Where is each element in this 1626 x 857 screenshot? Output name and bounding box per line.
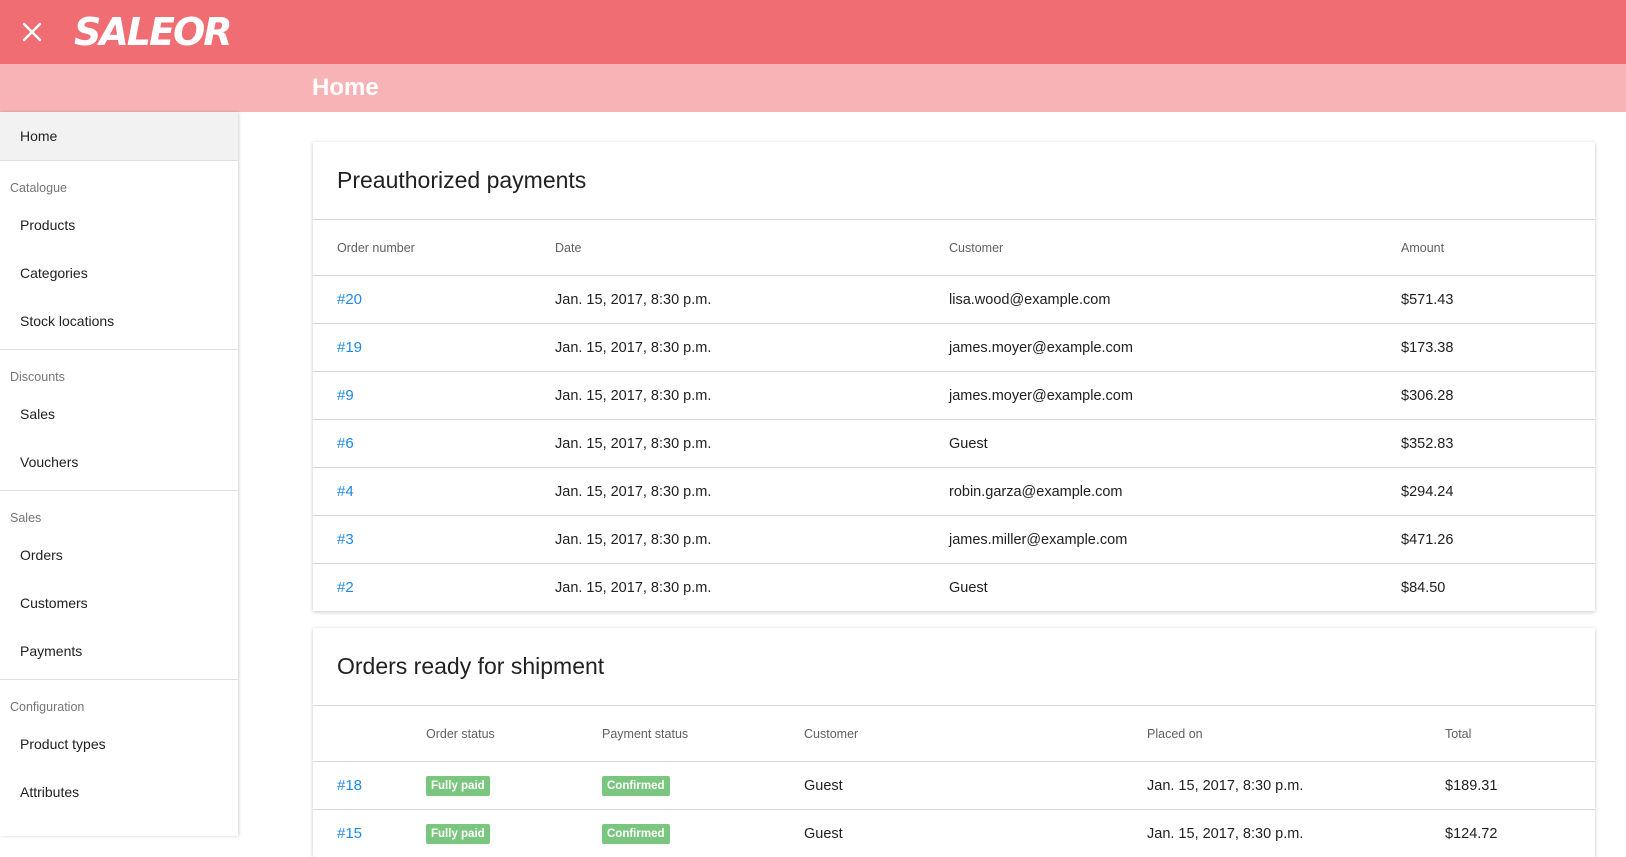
order-placed-on: Jan. 15, 2017, 8:30 p.m. xyxy=(1147,762,1445,810)
column-header-amount[interactable]: Amount xyxy=(1401,220,1595,276)
table-row[interactable]: #3 Jan. 15, 2017, 8:30 p.m. james.miller… xyxy=(313,516,1595,564)
order-customer: james.moyer@example.com xyxy=(949,324,1401,372)
order-amount: $471.26 xyxy=(1401,516,1595,564)
order-link[interactable]: #9 xyxy=(337,387,354,404)
order-status-badge: Fully paid xyxy=(426,776,490,796)
table-row[interactable]: #19 Jan. 15, 2017, 8:30 p.m. james.moyer… xyxy=(313,324,1595,372)
order-amount: $294.24 xyxy=(1401,468,1595,516)
sidebar-item-sales[interactable]: Sales xyxy=(0,390,238,438)
sidebar-item-orders[interactable]: Orders xyxy=(0,531,238,579)
close-icon xyxy=(22,22,42,42)
sidebar-item-stock-locations[interactable]: Stock locations xyxy=(0,297,238,345)
order-placed-on: Jan. 15, 2017, 8:30 p.m. xyxy=(1147,810,1445,857)
sidebar-item-payments[interactable]: Payments xyxy=(0,627,238,675)
saleor-logo[interactable]: SALEOR xyxy=(74,8,231,56)
sidebar-heading: Catalogue xyxy=(0,161,238,201)
order-date: Jan. 15, 2017, 8:30 p.m. xyxy=(555,516,949,564)
order-date: Jan. 15, 2017, 8:30 p.m. xyxy=(555,420,949,468)
sidebar-heading: Discounts xyxy=(0,350,238,390)
sidebar-item-customers[interactable]: Customers xyxy=(0,579,238,627)
table-row[interactable]: #2 Jan. 15, 2017, 8:30 p.m. Guest $84.50 xyxy=(313,564,1595,612)
order-link[interactable]: #6 xyxy=(337,435,354,452)
order-amount: $352.83 xyxy=(1401,420,1595,468)
card-title: Preauthorized payments xyxy=(313,142,1595,220)
sidebar-item-products[interactable]: Products xyxy=(0,201,238,249)
order-customer: robin.garza@example.com xyxy=(949,468,1401,516)
sidebar-heading: Configuration xyxy=(0,680,238,720)
order-link[interactable]: #4 xyxy=(337,483,354,500)
preauthorized-payments-card: Preauthorized payments Order number Date… xyxy=(313,142,1595,611)
column-header-payment-status[interactable]: Payment status xyxy=(602,706,804,762)
order-link[interactable]: #18 xyxy=(337,777,362,794)
sidebar-item-vouchers[interactable]: Vouchers xyxy=(0,438,238,486)
top-app-bar: SALEOR xyxy=(0,0,1626,64)
order-customer: Guest xyxy=(804,810,1147,857)
sidebar-section-discounts: Discounts Sales Vouchers xyxy=(0,350,238,491)
table-row[interactable]: #6 Jan. 15, 2017, 8:30 p.m. Guest $352.8… xyxy=(313,420,1595,468)
sidebar-section-configuration: Configuration Product types Attributes xyxy=(0,680,238,820)
order-customer: james.miller@example.com xyxy=(949,516,1401,564)
table-row[interactable]: #18 Fully paid Confirmed Guest Jan. 15, … xyxy=(313,762,1595,810)
card-title: Orders ready for shipment xyxy=(313,628,1595,706)
order-link[interactable]: #2 xyxy=(337,579,354,596)
order-customer: Guest xyxy=(949,564,1401,612)
order-date: Jan. 15, 2017, 8:30 p.m. xyxy=(555,468,949,516)
sidebar-item-product-types[interactable]: Product types xyxy=(0,720,238,768)
order-total: $189.31 xyxy=(1445,762,1595,810)
column-header-order-status[interactable]: Order status xyxy=(426,706,602,762)
sidebar-section-catalogue: Catalogue Products Categories Stock loca… xyxy=(0,161,238,350)
order-status-badge: Fully paid xyxy=(426,824,490,844)
column-header-total[interactable]: Total xyxy=(1445,706,1595,762)
payment-status-badge: Confirmed xyxy=(602,776,670,796)
sidebar: Home Catalogue Products Categories Stock… xyxy=(0,112,238,836)
column-header-order-number[interactable]: Order number xyxy=(313,220,555,276)
column-header-order-number xyxy=(313,706,426,762)
order-amount: $173.38 xyxy=(1401,324,1595,372)
order-date: Jan. 15, 2017, 8:30 p.m. xyxy=(555,276,949,324)
sidebar-item-home[interactable]: Home xyxy=(0,112,238,161)
order-customer: james.moyer@example.com xyxy=(949,372,1401,420)
sidebar-section-sales: Sales Orders Customers Payments xyxy=(0,491,238,680)
order-link[interactable]: #20 xyxy=(337,291,362,308)
sidebar-item-categories[interactable]: Categories xyxy=(0,249,238,297)
page-header-bar: Home xyxy=(0,64,1626,112)
table-row[interactable]: #9 Jan. 15, 2017, 8:30 p.m. james.moyer@… xyxy=(313,372,1595,420)
page-title: Home xyxy=(312,64,379,112)
order-link[interactable]: #15 xyxy=(337,825,362,842)
table-header-row: Order status Payment status Customer Pla… xyxy=(313,706,1595,762)
order-amount: $306.28 xyxy=(1401,372,1595,420)
table-header-row: Order number Date Customer Amount xyxy=(313,220,1595,276)
table-row[interactable]: #20 Jan. 15, 2017, 8:30 p.m. lisa.wood@e… xyxy=(313,276,1595,324)
column-header-customer[interactable]: Customer xyxy=(804,706,1147,762)
table-row[interactable]: #15 Fully paid Confirmed Guest Jan. 15, … xyxy=(313,810,1595,857)
preauthorized-payments-table: Order number Date Customer Amount #20 Ja… xyxy=(313,220,1595,611)
sidebar-heading: Sales xyxy=(0,491,238,531)
column-header-placed-on[interactable]: Placed on xyxy=(1147,706,1445,762)
order-link[interactable]: #3 xyxy=(337,531,354,548)
order-date: Jan. 15, 2017, 8:30 p.m. xyxy=(555,564,949,612)
payment-status-badge: Confirmed xyxy=(602,824,670,844)
order-customer: lisa.wood@example.com xyxy=(949,276,1401,324)
order-customer: Guest xyxy=(804,762,1147,810)
orders-ready-for-shipment-table: Order status Payment status Customer Pla… xyxy=(313,706,1595,857)
order-amount: $571.43 xyxy=(1401,276,1595,324)
order-date: Jan. 15, 2017, 8:30 p.m. xyxy=(555,372,949,420)
close-menu-button[interactable] xyxy=(16,16,48,48)
column-header-customer[interactable]: Customer xyxy=(949,220,1401,276)
order-amount: $84.50 xyxy=(1401,564,1595,612)
order-date: Jan. 15, 2017, 8:30 p.m. xyxy=(555,324,949,372)
order-customer: Guest xyxy=(949,420,1401,468)
table-row[interactable]: #4 Jan. 15, 2017, 8:30 p.m. robin.garza@… xyxy=(313,468,1595,516)
sidebar-item-attributes[interactable]: Attributes xyxy=(0,768,238,816)
orders-ready-for-shipment-card: Orders ready for shipment Order status P… xyxy=(313,628,1595,857)
column-header-date[interactable]: Date xyxy=(555,220,949,276)
order-link[interactable]: #19 xyxy=(337,339,362,356)
order-total: $124.72 xyxy=(1445,810,1595,857)
